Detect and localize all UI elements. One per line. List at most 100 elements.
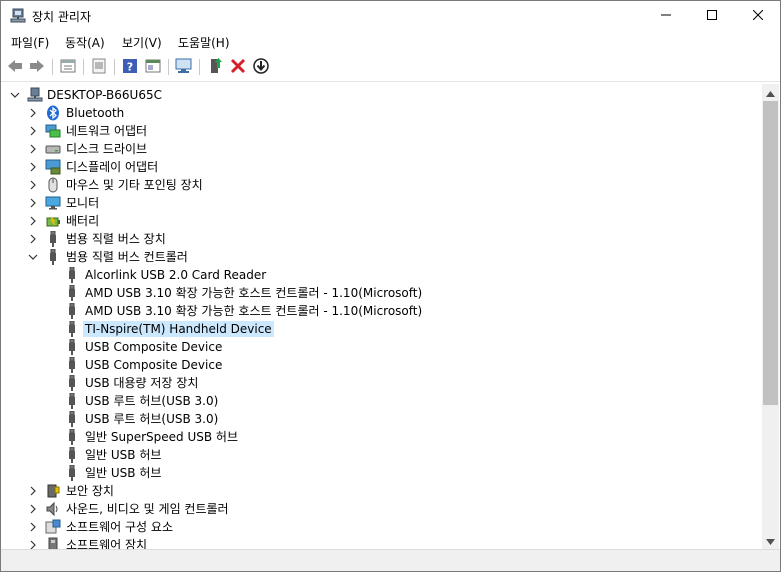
tree-device[interactable]: USB Composite Device [1, 338, 761, 356]
menu-view[interactable]: 보기(V) [122, 34, 162, 51]
tree-item-label: USB Composite Device [85, 340, 223, 354]
device-tree[interactable]: DESKTOP-B66U65C Bluetooth 네트워크 어댑터디스크 드라이… [1, 84, 762, 549]
tree-device[interactable]: USB Composite Device [1, 356, 761, 374]
chevron-right-icon[interactable] [27, 161, 39, 173]
tree-device[interactable]: USB 루트 허브(USB 3.0) [1, 410, 761, 428]
tree-category[interactable]: 소프트웨어 장치 [1, 536, 761, 549]
close-button[interactable] [735, 1, 780, 31]
enable-device-icon [207, 57, 223, 77]
back-icon [7, 58, 23, 77]
scroll-down-button[interactable] [762, 532, 779, 549]
security-device-icon [45, 483, 61, 499]
scroll-up-button[interactable] [762, 84, 779, 101]
chevron-right-icon[interactable] [27, 233, 39, 245]
chevron-right-icon[interactable] [27, 143, 39, 155]
view-button[interactable] [143, 57, 163, 77]
tree-category[interactable]: 마우스 및 기타 포인팅 장치 [1, 176, 761, 194]
forward-button[interactable] [27, 57, 47, 77]
tree-device[interactable]: AMD USB 3.10 확장 가능한 호스트 컨트롤러 - 1.10(Micr… [1, 302, 761, 320]
tree-device[interactable]: USB 루트 허브(USB 3.0) [1, 392, 761, 410]
disable-device-button[interactable] [251, 57, 271, 77]
tree-item-label: 범용 직렬 버스 컨트롤러 [66, 250, 188, 264]
tree-device[interactable]: 일반 SuperSpeed USB 허브 [1, 428, 761, 446]
back-button[interactable] [5, 57, 25, 77]
chevron-right-icon[interactable] [27, 521, 39, 533]
tree-item-label: 모니터 [66, 196, 100, 210]
help-button[interactable]: ? [120, 57, 140, 77]
tree-device[interactable]: 일반 USB 허브 [1, 446, 761, 464]
scroll-thumb[interactable] [763, 101, 778, 405]
chevron-down-icon[interactable] [27, 251, 39, 263]
menu-help[interactable]: 도움말(H) [178, 34, 230, 51]
tree-category[interactable]: 사운드, 비디오 및 게임 컨트롤러 [1, 500, 761, 518]
scan-hardware-button[interactable] [174, 57, 194, 77]
update-driver-button[interactable] [89, 57, 109, 77]
tree-device[interactable]: Alcorlink USB 2.0 Card Reader [1, 266, 761, 284]
properties-icon [60, 58, 76, 77]
usb-icon [64, 284, 80, 301]
chevron-right-icon[interactable] [27, 539, 39, 549]
tree-device[interactable]: TI-Nspire(TM) Handheld Device [1, 320, 761, 338]
usb-icon [45, 248, 61, 265]
tree-root[interactable]: DESKTOP-B66U65C [1, 86, 761, 104]
toolbar-separator [83, 59, 84, 75]
tree-category[interactable]: 디스플레이 어댑터 [1, 158, 761, 176]
chevron-right-icon[interactable] [27, 107, 39, 119]
tree-item-label: 일반 USB 허브 [85, 448, 162, 462]
tree-category[interactable]: 배터리 [1, 212, 761, 230]
mouse-icon [45, 177, 61, 193]
help-icon: ? [122, 58, 138, 77]
menu-file[interactable]: 파일(F) [11, 34, 49, 51]
tree-item-label: AMD USB 3.10 확장 가능한 호스트 컨트롤러 - 1.10(Micr… [85, 304, 423, 318]
tree-item-label: 보안 장치 [66, 484, 114, 498]
tree-device[interactable]: AMD USB 3.10 확장 가능한 호스트 컨트롤러 - 1.10(Micr… [1, 284, 761, 302]
vertical-scrollbar[interactable] [762, 84, 779, 549]
title-bar[interactable]: 장치 관리자 [1, 1, 780, 31]
tree-item-label: 일반 SuperSpeed USB 허브 [85, 430, 239, 444]
tree-item-label: 디스크 드라이브 [66, 142, 148, 156]
chevron-down-icon[interactable] [9, 89, 21, 101]
computer-name: DESKTOP-B66U65C [47, 88, 162, 102]
usb-icon [64, 356, 80, 373]
tree-category[interactable]: 범용 직렬 버스 컨트롤러 [1, 248, 761, 266]
properties-button[interactable] [58, 57, 78, 77]
chevron-right-icon[interactable] [27, 125, 39, 137]
tree-category[interactable]: 모니터 [1, 194, 761, 212]
tree-category[interactable]: 디스크 드라이브 [1, 140, 761, 158]
toolbar: ? [1, 53, 780, 82]
maximize-button[interactable] [689, 1, 735, 31]
monitor-icon [45, 195, 61, 211]
tree-category[interactable]: 네트워크 어댑터 [1, 122, 761, 140]
menu-bar: 파일(F) 동작(A) 보기(V) 도움말(H) [1, 31, 780, 53]
enable-device-button[interactable] [205, 57, 225, 77]
chevron-right-icon[interactable] [27, 503, 39, 515]
chevron-down-icon [766, 534, 775, 548]
tree-item-label: 일반 USB 허브 [85, 466, 162, 480]
tree-device[interactable]: 일반 USB 허브 [1, 464, 761, 482]
menu-action[interactable]: 동작(A) [65, 34, 105, 51]
tree-category[interactable]: 보안 장치 [1, 482, 761, 500]
speaker-icon [45, 501, 61, 517]
chevron-right-icon[interactable] [27, 179, 39, 191]
tree-category[interactable]: Bluetooth [1, 104, 761, 122]
software-component-icon [45, 519, 61, 535]
chevron-right-icon[interactable] [27, 485, 39, 497]
tree-item-label: 범용 직렬 버스 장치 [66, 232, 166, 246]
uninstall-device-button[interactable] [228, 57, 248, 77]
chevron-right-icon[interactable] [27, 215, 39, 227]
chevron-right-icon[interactable] [27, 197, 39, 209]
chevron-up-icon [766, 86, 775, 100]
device-manager-icon [10, 8, 26, 24]
tree-item-label: USB 대용량 저장 장치 [85, 376, 199, 390]
usb-icon [64, 464, 80, 481]
bluetooth-icon [45, 105, 61, 121]
uninstall-icon [230, 58, 246, 77]
computer-icon [27, 87, 43, 103]
toolbar-separator [199, 59, 200, 75]
tree-category[interactable]: 범용 직렬 버스 장치 [1, 230, 761, 248]
tree-item-label: Alcorlink USB 2.0 Card Reader [85, 268, 267, 282]
tree-device[interactable]: USB 대용량 저장 장치 [1, 374, 761, 392]
view-icon [145, 58, 161, 77]
tree-category[interactable]: 소프트웨어 구성 요소 [1, 518, 761, 536]
minimize-button[interactable] [643, 1, 689, 31]
